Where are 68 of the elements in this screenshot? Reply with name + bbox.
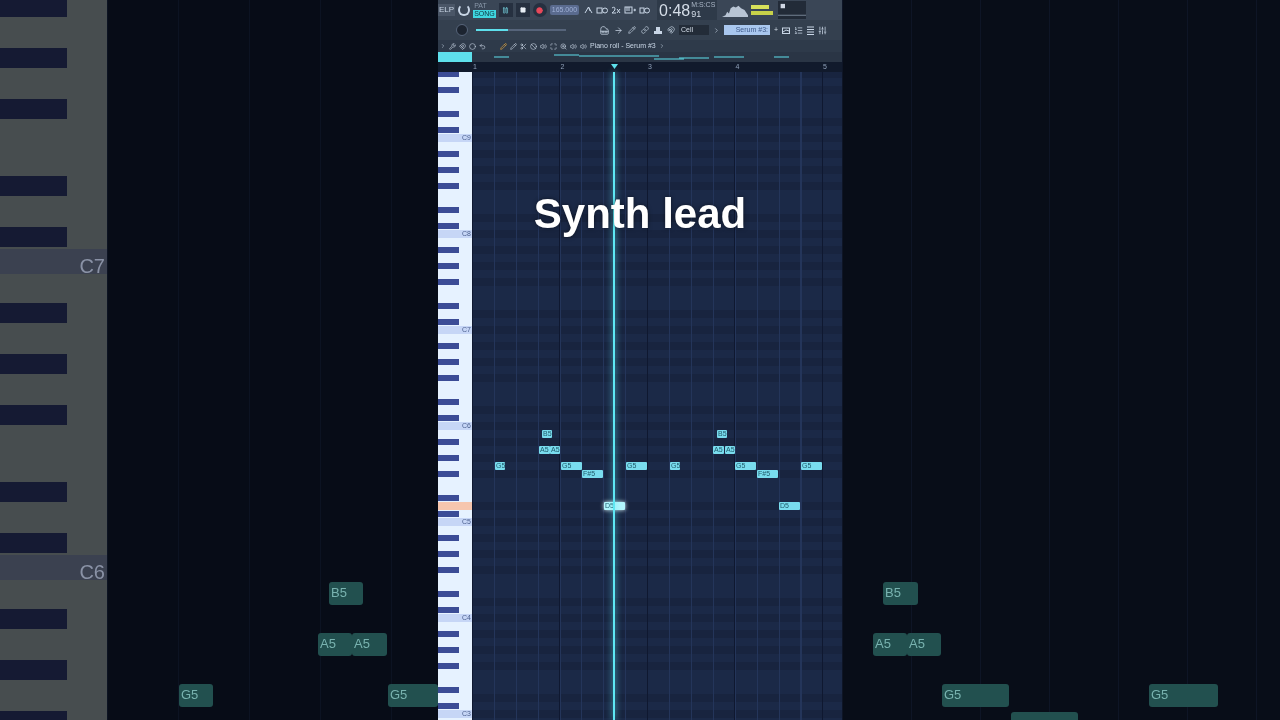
key-label: C6 bbox=[79, 560, 105, 585]
keyboard-icon[interactable] bbox=[624, 6, 637, 14]
metronome-icon[interactable] bbox=[584, 6, 594, 14]
speaker-icon[interactable] bbox=[580, 42, 587, 50]
piano-key bbox=[0, 226, 67, 247]
piano-key bbox=[0, 175, 67, 196]
note-block: B5 bbox=[883, 581, 918, 605]
piano-key bbox=[0, 354, 67, 374]
piano-key bbox=[0, 0, 67, 17]
select-icon[interactable] bbox=[550, 42, 557, 50]
oscilloscope-drawing bbox=[778, 1, 807, 19]
speaker-icon[interactable] bbox=[540, 42, 547, 50]
pause-icon[interactable] bbox=[502, 6, 510, 14]
time-display: 0:48 bbox=[659, 2, 691, 20]
piano-key bbox=[0, 481, 67, 502]
undo-icon[interactable] bbox=[479, 42, 486, 50]
stop-button[interactable] bbox=[515, 3, 530, 17]
magnet-icon[interactable] bbox=[667, 26, 675, 34]
note-block: G5 bbox=[388, 683, 438, 707]
countdown-icon[interactable] bbox=[611, 6, 622, 14]
speaker-icon[interactable] bbox=[570, 42, 577, 50]
piano-key bbox=[0, 660, 67, 680]
link-icon[interactable] bbox=[641, 26, 649, 34]
chevron-icon[interactable] bbox=[658, 43, 665, 49]
chevron-icon[interactable] bbox=[713, 26, 720, 34]
piano-key bbox=[0, 532, 67, 553]
piano-key bbox=[0, 48, 67, 68]
magnet-icon[interactable] bbox=[459, 42, 466, 50]
wrench-icon[interactable] bbox=[449, 42, 456, 50]
note-block: G5 bbox=[1149, 683, 1218, 707]
bars-icon[interactable] bbox=[807, 25, 815, 35]
mute-icon[interactable] bbox=[530, 42, 537, 50]
brush-icon[interactable] bbox=[628, 26, 636, 34]
note-block: A5 bbox=[907, 632, 941, 656]
note-block: B5 bbox=[329, 581, 363, 605]
piano-key bbox=[0, 303, 67, 323]
chart-icon[interactable] bbox=[782, 26, 791, 34]
time-fraction: 91 bbox=[691, 9, 702, 20]
note-block: A5 bbox=[873, 632, 907, 656]
corner-panel bbox=[438, 52, 472, 62]
wait-icon[interactable] bbox=[596, 6, 609, 14]
brush-icon[interactable] bbox=[510, 42, 517, 50]
stop-icon[interactable] bbox=[519, 7, 526, 13]
note-block: A5 bbox=[352, 632, 387, 656]
record-button[interactable] bbox=[532, 3, 547, 17]
note-block: G5 bbox=[942, 683, 1009, 707]
piano-icon[interactable] bbox=[600, 25, 609, 35]
caret-icon[interactable] bbox=[440, 43, 446, 49]
piano-key bbox=[0, 405, 67, 425]
list-icon[interactable] bbox=[794, 25, 804, 35]
loop-icon[interactable] bbox=[639, 6, 651, 14]
note-block: G5 bbox=[179, 683, 213, 707]
zoom-icon[interactable] bbox=[560, 42, 567, 50]
level-meter-drawing bbox=[751, 4, 776, 16]
piano-key bbox=[0, 609, 67, 629]
piano-key bbox=[0, 99, 67, 119]
target-icon[interactable] bbox=[469, 42, 476, 50]
scissors-icon[interactable] bbox=[520, 42, 527, 50]
arrow-icon[interactable] bbox=[614, 25, 623, 35]
menu-label[interactable]: ELP bbox=[438, 4, 456, 16]
pause-button[interactable] bbox=[498, 3, 513, 17]
stamp-icon[interactable] bbox=[654, 25, 662, 35]
note-block: A5 bbox=[318, 632, 352, 656]
playhead-marker-icon[interactable] bbox=[611, 64, 618, 69]
mixer-icon[interactable] bbox=[818, 25, 828, 35]
key-label: C7 bbox=[79, 254, 105, 279]
pencil-icon[interactable] bbox=[500, 42, 507, 50]
record-icon[interactable] bbox=[536, 6, 544, 14]
